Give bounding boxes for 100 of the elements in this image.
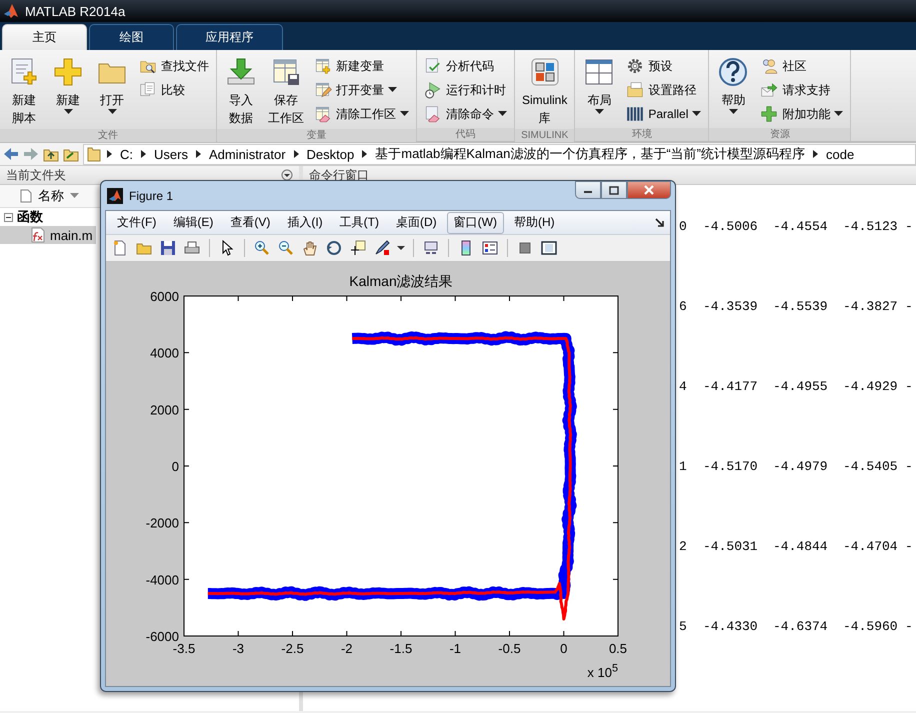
path-segment[interactable]: code xyxy=(824,146,856,162)
group-label: 代码 xyxy=(417,128,514,141)
close-button[interactable] xyxy=(627,181,671,199)
caret-icon xyxy=(498,111,507,117)
ribbon-button[interactable]: 清除工作区 xyxy=(311,103,412,125)
minimize-button[interactable] xyxy=(575,181,601,199)
menu-item[interactable]: 插入(I) xyxy=(280,212,330,234)
ribbon-button[interactable]: Simulink 库 xyxy=(519,54,570,129)
ribbon-button[interactable]: 比较 xyxy=(136,79,212,101)
folder-icon xyxy=(87,146,101,162)
output-value: 1 xyxy=(679,459,688,476)
tick-label: 0.5 xyxy=(608,641,628,656)
separator-arrow-icon xyxy=(196,150,201,158)
brush-icon xyxy=(374,240,390,256)
ribbon-tab[interactable]: 绘图 xyxy=(89,24,174,50)
zoom-out-icon xyxy=(278,240,294,256)
chart-title: Kalman滤波结果 xyxy=(349,273,453,289)
path-segment[interactable]: Administrator xyxy=(206,146,288,162)
output-value: 6 xyxy=(679,299,688,316)
envelope-arrow-icon xyxy=(760,81,778,99)
tree-row[interactable]: 函数 xyxy=(0,208,96,226)
menu-item[interactable]: 窗口(W) xyxy=(446,212,504,234)
output-value: - xyxy=(905,539,914,556)
ribbon-button[interactable]: 打开 xyxy=(92,54,132,129)
ribbon-button[interactable]: 运行和计时 xyxy=(421,79,510,101)
caret-icon xyxy=(594,109,604,115)
toolbar-button[interactable] xyxy=(348,238,368,258)
caret-icon xyxy=(692,111,702,117)
column-title: 名称 xyxy=(38,187,64,205)
menu-item[interactable]: 桌面(D) xyxy=(388,212,444,234)
tick-label: -2.5 xyxy=(281,641,304,656)
ribbon-button[interactable]: 新建 xyxy=(48,54,88,129)
output-value: - xyxy=(905,619,914,636)
path-segment[interactable]: Desktop xyxy=(304,146,356,162)
ribbon-button[interactable]: 新建变量 xyxy=(311,55,412,77)
help-icon xyxy=(717,56,750,88)
grid-pencil-icon xyxy=(314,81,332,99)
dock-arrow-icon xyxy=(655,218,664,226)
output-value: -4.5031 xyxy=(703,539,759,556)
matlab-logo-icon xyxy=(107,188,123,204)
ribbon-button[interactable]: 打开变量 xyxy=(311,79,412,101)
tick-label: -6000 xyxy=(146,629,179,644)
ribbon-button[interactable]: 新建 脚本 xyxy=(4,54,44,129)
square-icon xyxy=(517,240,533,256)
menu-item[interactable]: 编辑(E) xyxy=(166,212,220,234)
group-label: 环境 xyxy=(575,128,708,141)
function-file-icon xyxy=(30,227,46,243)
separator-arrow-icon xyxy=(362,150,368,158)
output-value: -4.5960 xyxy=(843,619,899,636)
tick-label: 6000 xyxy=(150,289,179,304)
ribbon-button[interactable]: 分析代码 xyxy=(421,55,510,77)
ribbon-tab[interactable]: 主页 xyxy=(2,24,87,50)
dropdown-circle-icon xyxy=(281,169,293,181)
people-icon xyxy=(760,57,778,75)
caret-icon xyxy=(388,87,397,93)
output-value: 4 xyxy=(679,379,688,396)
output-value: -4.4554 xyxy=(773,219,829,236)
tick-label: -3 xyxy=(232,641,244,656)
tick-label: -4000 xyxy=(146,572,179,588)
menu-item[interactable]: 查看(V) xyxy=(223,212,278,234)
path-segment[interactable]: Users xyxy=(152,146,190,162)
ribbon-button[interactable]: 社区 xyxy=(757,55,846,77)
bars-icon xyxy=(626,105,644,123)
ribbon-button[interactable]: 导入 数据 xyxy=(221,54,261,129)
ribbon-button[interactable]: 附加功能 xyxy=(757,103,846,125)
ribbon-button[interactable]: 预设 xyxy=(623,55,704,77)
menu-item[interactable]: 工具(T) xyxy=(332,212,386,234)
separator-arrow-icon xyxy=(813,150,818,158)
output-value: -4.5405 xyxy=(843,459,899,476)
matlab-logo-icon xyxy=(3,3,19,19)
toolbar-button[interactable] xyxy=(158,238,178,258)
toolbar-button[interactable] xyxy=(324,238,344,258)
ribbon-tab[interactable]: 应用程序 xyxy=(176,24,283,50)
ribbon-button[interactable]: 帮助 xyxy=(713,54,754,128)
grid-plus-icon xyxy=(314,57,332,75)
output-value: -4.5123 xyxy=(843,219,899,236)
tick-label: 0 xyxy=(172,459,179,474)
output-value: - xyxy=(905,379,914,396)
path-segment[interactable]: 基于matlab编程Kalman滤波的一个仿真程序，基于“当前”统计模型源码程序 xyxy=(373,145,807,163)
block-grid-icon xyxy=(528,56,561,88)
ribbon-button[interactable]: 设置路径 xyxy=(623,79,704,101)
document-eraser-icon xyxy=(424,105,442,123)
tree-row[interactable]: main.m xyxy=(0,226,96,244)
collapse-icon xyxy=(4,212,13,222)
maximize-button[interactable] xyxy=(601,181,627,199)
output-value: -4.6374 xyxy=(773,619,829,636)
path-segment[interactable]: C: xyxy=(118,146,135,162)
menu-item[interactable]: 文件(F) xyxy=(110,212,164,234)
ribbon-button[interactable]: 保存 工作区 xyxy=(265,54,307,129)
ribbon-button[interactable]: 清除命令 xyxy=(421,103,510,125)
ribbon-button[interactable]: 布局 xyxy=(579,54,620,128)
output-value: - xyxy=(905,219,914,236)
documents-icon xyxy=(139,81,157,99)
ribbon-button[interactable]: 查找文件 xyxy=(136,55,212,77)
separator-arrow-icon xyxy=(141,150,146,158)
new-file-icon xyxy=(112,240,128,256)
group-label: 文件 xyxy=(0,129,216,142)
ribbon-button[interactable]: 请求支持 xyxy=(757,79,846,101)
ribbon-button[interactable]: Parallel xyxy=(623,103,704,125)
menu-item[interactable]: 帮助(H) xyxy=(506,212,562,234)
